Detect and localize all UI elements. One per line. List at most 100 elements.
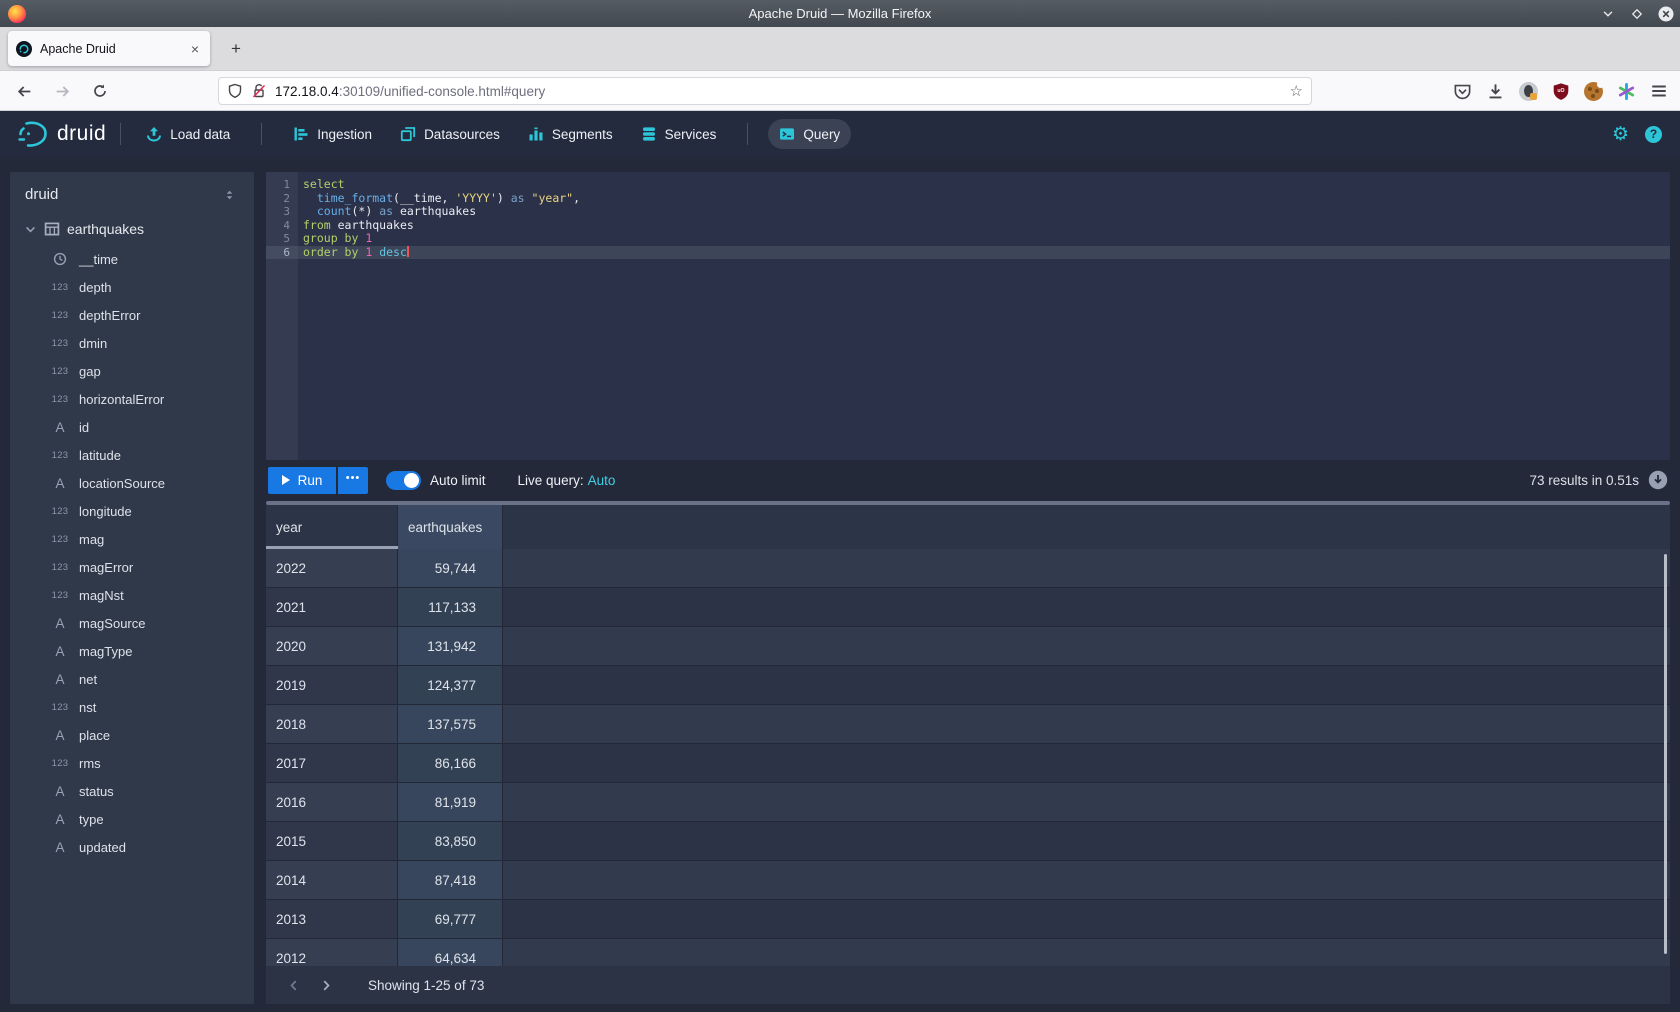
previous-page-button[interactable] — [282, 973, 306, 997]
cell-earthquakes[interactable]: 124,377 — [398, 666, 503, 704]
nav-query[interactable]: Query — [768, 119, 851, 149]
pocket-icon[interactable] — [1453, 82, 1472, 101]
close-window-button[interactable] — [1658, 6, 1674, 22]
tab-close-icon[interactable]: × — [188, 41, 202, 57]
numeric-type-icon: 123 — [48, 450, 72, 461]
new-tab-button[interactable]: + — [222, 35, 250, 63]
menu-icon[interactable] — [1650, 82, 1668, 100]
help-icon[interactable]: ? — [1645, 126, 1662, 143]
cell-year[interactable]: 2015 — [266, 822, 398, 860]
sidebar-column-depth[interactable]: 123depth — [10, 273, 254, 301]
nav-datasources[interactable]: Datasources — [389, 119, 511, 149]
nav-label: Services — [665, 127, 717, 142]
druid-brand[interactable]: druid — [16, 119, 106, 149]
code-line-1: select — [298, 178, 1670, 192]
cell-year[interactable]: 2021 — [266, 588, 398, 626]
minimize-button[interactable] — [1600, 6, 1616, 22]
cell-year[interactable]: 2022 — [266, 549, 398, 587]
cell-year[interactable]: 2019 — [266, 666, 398, 704]
sidebar-column-place[interactable]: Aplace — [10, 721, 254, 749]
url-text[interactable]: 172.18.0.4:30109/unified-console.html#qu… — [275, 84, 1282, 99]
sidebar-column-gap[interactable]: 123gap — [10, 357, 254, 385]
cookie-extension-icon[interactable] — [1584, 82, 1603, 101]
sidebar-column-magSource[interactable]: AmagSource — [10, 609, 254, 637]
sql-editor[interactable]: 123456 select time_format(__time, 'YYYY'… — [266, 172, 1670, 460]
live-query-value[interactable]: Auto — [588, 473, 616, 488]
column-name: magSource — [79, 616, 145, 631]
insecure-lock-icon[interactable] — [251, 83, 267, 99]
editor-code[interactable]: select time_format(__time, 'YYYY') as "y… — [298, 172, 1670, 460]
shield-icon[interactable] — [227, 83, 243, 99]
sidebar-column-horizontalError[interactable]: 123horizontalError — [10, 385, 254, 413]
sidebar-column-id[interactable]: Aid — [10, 413, 254, 441]
cell-earthquakes[interactable]: 131,942 — [398, 627, 503, 665]
tab-apache-druid[interactable]: Apache Druid × — [8, 31, 210, 66]
table-row: 2018137,575 — [266, 705, 1670, 744]
url-bar[interactable]: 172.18.0.4:30109/unified-console.html#qu… — [218, 77, 1312, 105]
sidebar-column-longitude[interactable]: 123longitude — [10, 497, 254, 525]
sidebar-column-magError[interactable]: 123magError — [10, 553, 254, 581]
sidebar-column-latitude[interactable]: 123latitude — [10, 441, 254, 469]
maximize-button[interactable] — [1629, 6, 1645, 22]
cell-year[interactable]: 2020 — [266, 627, 398, 665]
cell-year[interactable]: 2012 — [266, 939, 398, 966]
sidebar-column-nst[interactable]: 123nst — [10, 693, 254, 721]
downloads-icon[interactable] — [1486, 82, 1505, 101]
run-button[interactable]: Run — [268, 467, 336, 494]
sidebar-column-depthError[interactable]: 123depthError — [10, 301, 254, 329]
sidebar-column-status[interactable]: Astatus — [10, 777, 254, 805]
back-button[interactable] — [10, 77, 38, 105]
cell-earthquakes[interactable]: 69,777 — [398, 900, 503, 938]
cell-earthquakes[interactable]: 59,744 — [398, 549, 503, 587]
cell-year[interactable]: 2017 — [266, 744, 398, 782]
live-query-control[interactable]: Live query:Auto — [518, 473, 616, 488]
cell-earthquakes[interactable]: 117,133 — [398, 588, 503, 626]
privacy-badger-icon[interactable] — [1519, 82, 1538, 101]
sidebar-column-__time[interactable]: __time — [10, 245, 254, 273]
settings-gear-icon[interactable]: ⚙ — [1612, 125, 1629, 144]
sidebar-column-dmin[interactable]: 123dmin — [10, 329, 254, 357]
download-results-icon[interactable] — [1648, 470, 1668, 490]
sidebar-column-locationSource[interactable]: AlocationSource — [10, 469, 254, 497]
ublock-origin-icon[interactable]: uO — [1552, 82, 1570, 101]
table-row: 201681,919 — [266, 783, 1670, 822]
schema-selector[interactable]: druid — [10, 182, 254, 207]
auto-limit-toggle[interactable] — [386, 471, 421, 490]
extension-asterisk-icon[interactable] — [1617, 82, 1636, 101]
sidebar-column-rms[interactable]: 123rms — [10, 749, 254, 777]
sidebar-column-type[interactable]: Atype — [10, 805, 254, 833]
nav-services[interactable]: Services — [630, 119, 728, 149]
sidebar-column-magType[interactable]: AmagType — [10, 637, 254, 665]
header-label: year — [276, 520, 302, 535]
nav-ingestion[interactable]: Ingestion — [282, 119, 383, 149]
column-header-year[interactable]: year — [266, 505, 398, 549]
sidebar-column-net[interactable]: Anet — [10, 665, 254, 693]
double-caret-icon[interactable] — [223, 188, 236, 202]
sidebar-column-mag[interactable]: 123mag — [10, 525, 254, 553]
column-header-earthquakes[interactable]: earthquakes — [398, 505, 503, 549]
vertical-scrollbar[interactable] — [1664, 554, 1667, 954]
nav-segments[interactable]: Segments — [517, 119, 624, 149]
next-page-button[interactable] — [314, 973, 338, 997]
forward-button[interactable] — [48, 77, 76, 105]
cell-earthquakes[interactable]: 137,575 — [398, 705, 503, 743]
bookmark-star-icon[interactable]: ☆ — [1290, 82, 1303, 100]
cell-year[interactable]: 2014 — [266, 861, 398, 899]
chevron-down-icon[interactable] — [24, 223, 37, 236]
cell-earthquakes[interactable]: 83,850 — [398, 822, 503, 860]
table-name: earthquakes — [67, 221, 144, 237]
cell-earthquakes[interactable]: 87,418 — [398, 861, 503, 899]
sidebar-column-magNst[interactable]: 123magNst — [10, 581, 254, 609]
cell-year[interactable]: 2018 — [266, 705, 398, 743]
nav-load-data[interactable]: Load data — [135, 119, 241, 149]
cell-earthquakes[interactable]: 64,634 — [398, 939, 503, 966]
run-more-button[interactable]: ••• — [338, 467, 368, 494]
sidebar-table-earthquakes[interactable]: earthquakes — [10, 215, 254, 243]
sidebar-column-updated[interactable]: Aupdated — [10, 833, 254, 861]
cell-earthquakes[interactable]: 81,919 — [398, 783, 503, 821]
cell-year[interactable]: 2013 — [266, 900, 398, 938]
cell-earthquakes[interactable]: 86,166 — [398, 744, 503, 782]
reload-button[interactable] — [86, 77, 114, 105]
column-name: status — [79, 784, 114, 799]
cell-year[interactable]: 2016 — [266, 783, 398, 821]
